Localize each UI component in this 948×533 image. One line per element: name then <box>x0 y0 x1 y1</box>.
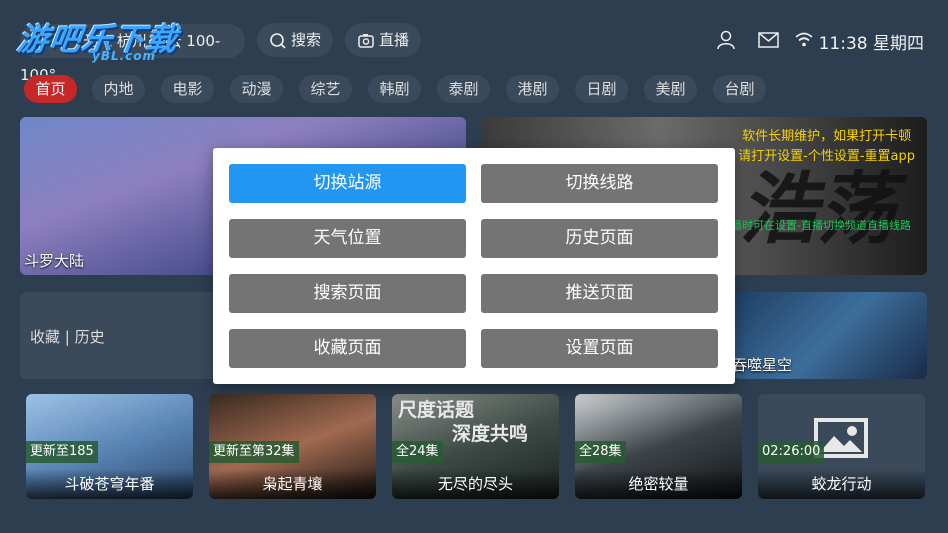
banner-right-notice: 软件长期维护，如果打开卡顿 请打开设置-个性设置-重置app <box>738 127 915 167</box>
history-page-button[interactable]: 历史页面 <box>481 219 718 258</box>
search-label: 搜索 <box>291 31 322 49</box>
tab-home[interactable]: 首页 <box>24 75 77 103</box>
switch-source-button[interactable]: 切换站源 <box>229 164 466 203</box>
anim-card[interactable]: 吞噬星空 <box>734 292 927 379</box>
thumbnail-4[interactable]: 全28集 绝密较量 <box>575 394 742 499</box>
banner-left-title: 斗罗大陆 <box>24 252 85 270</box>
tab-anime[interactable]: 动漫 <box>230 75 283 103</box>
user-icon[interactable] <box>716 30 736 50</box>
settings-page-button[interactable]: 设置页面 <box>481 329 718 368</box>
favorites-history-label: 收藏 | 历史 <box>30 328 105 346</box>
poster-text: 尺度话题 深度共鸣 <box>398 398 528 446</box>
anim-card-title: 吞噬星空 <box>734 356 793 374</box>
thumbnail-3[interactable]: 尺度话题 深度共鸣 全24集 无尽的尽头 <box>392 394 559 499</box>
search-page-button[interactable]: 搜索页面 <box>229 274 466 313</box>
thumbnail-title: 绝密较量 <box>575 469 742 499</box>
live-camera-icon <box>357 31 379 49</box>
thumbnail-badge: 全28集 <box>575 441 626 463</box>
thumbnail-badge: 全24集 <box>392 441 443 463</box>
tab-american[interactable]: 美剧 <box>644 75 697 103</box>
tab-korean[interactable]: 韩剧 <box>368 75 421 103</box>
notice-line-2: 请打开设置-个性设置-重置app <box>738 149 915 164</box>
search-icon <box>269 31 291 49</box>
thumbnail-title: 斗破苍穹年番 <box>26 469 193 499</box>
live-label: 直播 <box>379 31 410 49</box>
thumbnail-5[interactable]: 02:26:00 蛟龙行动 <box>758 394 925 499</box>
tab-hongkong[interactable]: 港剧 <box>506 75 559 103</box>
live-button[interactable]: 直播 <box>345 23 421 57</box>
thumbnail-badge: 更新至185 <box>26 441 98 463</box>
notice-line-3: 看直播时可在设置-直播切换频道直播线路 <box>709 219 911 232</box>
thumbnail-2[interactable]: 更新至第32集 枭起青壤 <box>209 394 376 499</box>
tab-movies[interactable]: 电影 <box>161 75 214 103</box>
thumbnail-1[interactable]: 更新至185 斗破苍穹年番 <box>26 394 193 499</box>
favorites-page-button[interactable]: 收藏页面 <box>229 329 466 368</box>
tab-japanese[interactable]: 日剧 <box>575 75 628 103</box>
thumbnail-badge: 更新至第32集 <box>209 441 299 463</box>
wifi-icon <box>795 32 813 47</box>
switch-line-button[interactable]: 切换线路 <box>481 164 718 203</box>
thumbnail-title: 蛟龙行动 <box>758 469 925 499</box>
thumbnail-badge: 02:26:00 <box>758 441 825 463</box>
push-page-button[interactable]: 推送页面 <box>481 274 718 313</box>
clock: 11:38 星期四 <box>818 34 924 54</box>
quick-menu-dialog: 切换站源 切换线路 天气位置 历史页面 搜索页面 推送页面 收藏页面 设置页面 <box>213 148 735 384</box>
watermark-subtitle: yBL.com <box>92 49 157 63</box>
thumbnail-title: 枭起青壤 <box>209 469 376 499</box>
poster-text-line-1: 尺度话题 <box>398 399 475 421</box>
tab-thai[interactable]: 泰剧 <box>437 75 490 103</box>
mail-icon[interactable] <box>758 32 779 48</box>
tab-variety[interactable]: 综艺 <box>299 75 352 103</box>
tab-taiwan[interactable]: 台剧 <box>713 75 766 103</box>
notice-line-1: 软件长期维护，如果打开卡顿 <box>742 129 912 144</box>
tab-mainland[interactable]: 内地 <box>92 75 145 103</box>
weather-location-button[interactable]: 天气位置 <box>229 219 466 258</box>
search-button[interactable]: 搜索 <box>257 23 333 57</box>
thumbnail-title: 无尽的尽头 <box>392 469 559 499</box>
